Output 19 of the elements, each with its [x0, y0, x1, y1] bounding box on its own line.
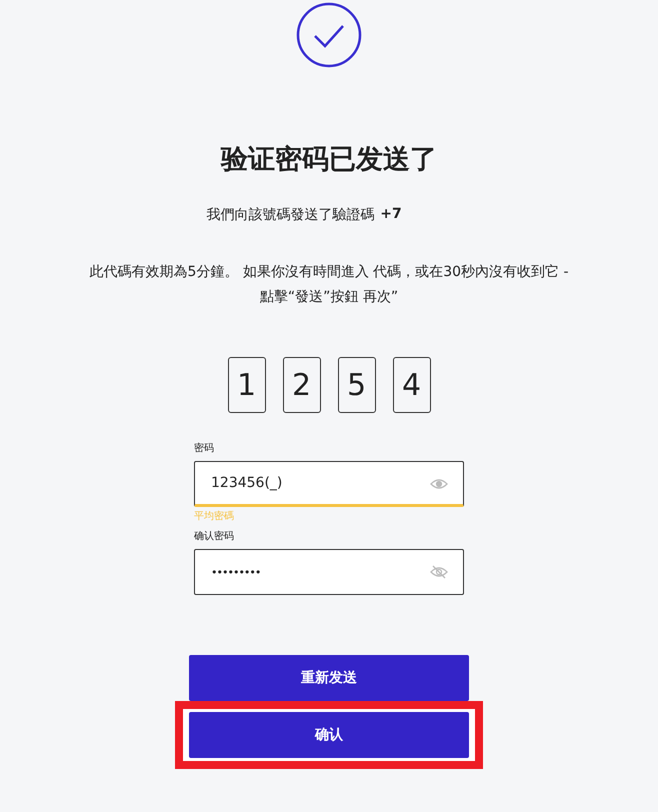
code-digit-field[interactable]: 4 [392, 357, 430, 413]
code-digit-field[interactable]: 2 [282, 357, 320, 413]
code-digit-field[interactable]: 5 [338, 357, 376, 413]
action-button[interactable]: 确认 [189, 712, 469, 758]
password-field[interactable]: 123456(_) [194, 461, 464, 507]
field-label: 密码 [194, 442, 215, 455]
checkmark-circle-icon [296, 2, 362, 68]
info-text: 此代碼有效期為5分鐘。 如果你沒有時間進入 代碼，或在30秒內沒有收到它 - [89, 263, 569, 282]
sent-message: 我們向該號碼發送了驗證碼 [206, 206, 374, 224]
code-digit-field[interactable]: 1 [228, 357, 266, 413]
info-text: 點擊“發送”按鈕 再次” [258, 288, 400, 307]
strength-hint: 平均密碼 [194, 510, 235, 523]
phone-number: +7 [380, 206, 402, 224]
password-field[interactable]: ••••••••• [194, 549, 464, 595]
eye-icon[interactable] [430, 477, 448, 491]
eye-slash-icon[interactable] [430, 565, 448, 579]
field-label: 确认密码 [194, 530, 235, 543]
page-title: 验证密码已发送了 [221, 143, 437, 177]
action-button[interactable]: 重新发送 [189, 655, 469, 701]
